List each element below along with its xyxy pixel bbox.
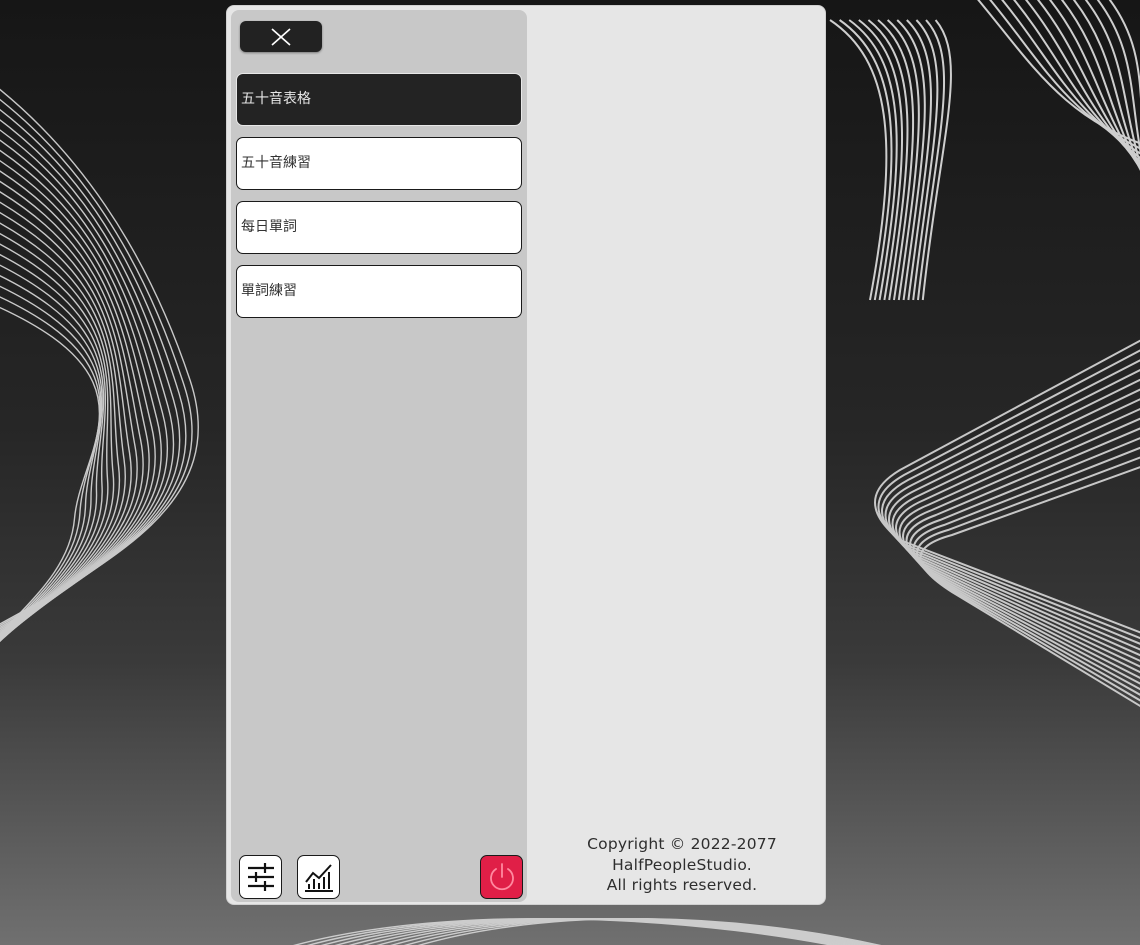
wallpaper-line bbox=[829, 19, 888, 301]
rights-line: All rights reserved. bbox=[606, 876, 758, 894]
sliders-icon bbox=[247, 863, 274, 891]
wallpaper-line bbox=[1072, 0, 1140, 171]
copyright-line: Copyright © 2022-2077 bbox=[587, 835, 777, 853]
wallpaper-line bbox=[0, 254, 107, 642]
wallpaper-line bbox=[1012, 0, 1140, 159]
close-button[interactable] bbox=[240, 21, 322, 52]
menu-item-word-practice[interactable]: 單詞練習 bbox=[236, 265, 522, 318]
power-button[interactable] bbox=[480, 855, 523, 899]
settings-button[interactable] bbox=[239, 855, 282, 899]
wallpaper-line bbox=[0, 222, 121, 642]
app-window: 五十音表格 五十音練習 每日單詞 單詞練習 Copyright © 2022-2… bbox=[226, 5, 826, 905]
wallpaper-line bbox=[1084, 0, 1140, 167]
close-icon bbox=[271, 27, 291, 46]
company-line: HalfPeopleStudio. bbox=[612, 855, 752, 874]
wallpaper-line bbox=[0, 212, 126, 642]
power-icon bbox=[489, 863, 514, 891]
copyright-text: Copyright © 2022-2077 HalfPeopleStudio. … bbox=[567, 834, 797, 896]
wallpaper-line bbox=[0, 243, 109, 643]
menu-item-kana-table[interactable]: 五十音表格 bbox=[236, 73, 522, 126]
menu-item-kana-practice[interactable]: 五十音練習 bbox=[236, 137, 522, 190]
menu-item-daily-words[interactable]: 每日單詞 bbox=[236, 201, 522, 254]
chart-icon bbox=[304, 864, 333, 892]
sidebar: 五十音表格 五十音練習 每日單詞 單詞練習 bbox=[231, 10, 527, 902]
statistics-button[interactable] bbox=[297, 855, 340, 899]
